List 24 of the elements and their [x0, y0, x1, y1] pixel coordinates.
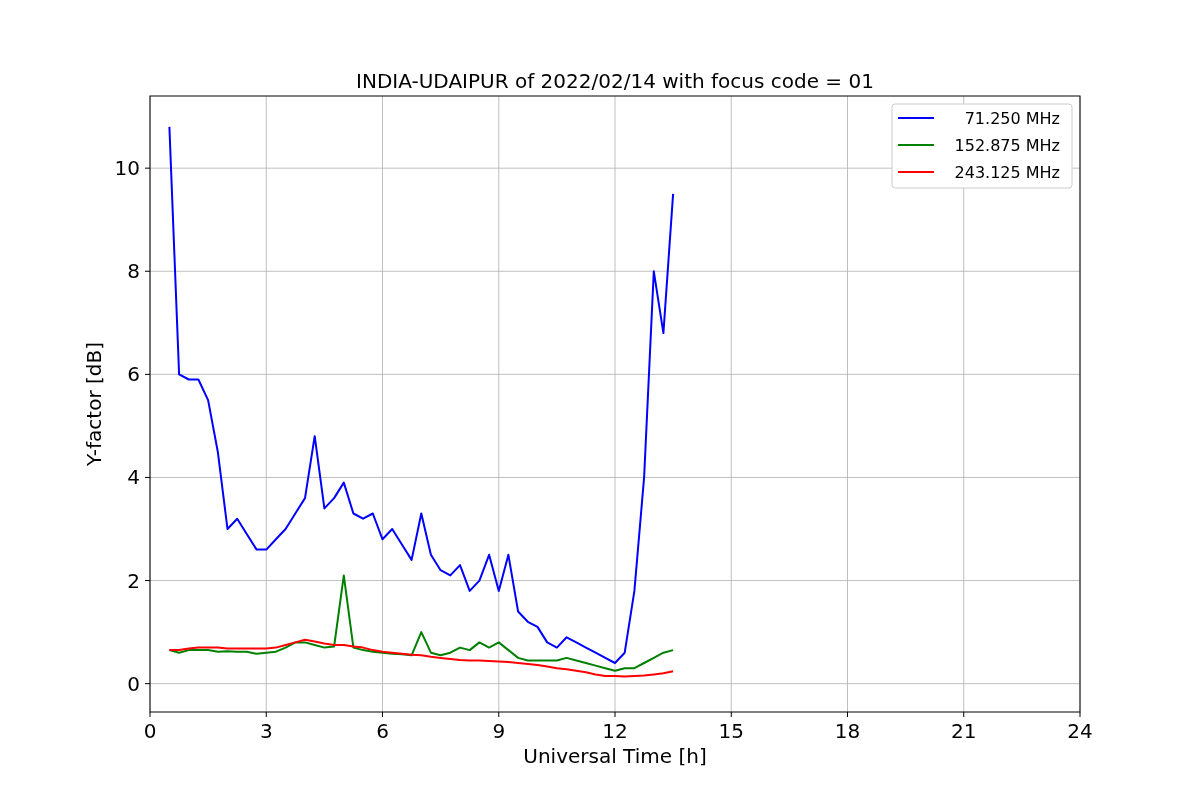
chart-title: INDIA-UDAIPUR of 2022/02/14 with focus code = 01: [356, 69, 874, 93]
y-tick-label: 6: [127, 362, 140, 387]
legend-label: 71.250 MHz: [964, 109, 1060, 128]
x-tick-label: 3: [259, 719, 273, 743]
x-tick-label: 24: [1067, 719, 1093, 743]
x-tick-label: 15: [718, 719, 744, 743]
x-tick-label: 9: [492, 719, 506, 743]
legend-line-sample: [897, 144, 935, 146]
y-tick-label: 0: [127, 671, 140, 696]
y-tick-label: 2: [127, 568, 140, 593]
legend-label: 152.875 MHz: [954, 136, 1060, 155]
x-axis-label: Universal Time [h]: [523, 744, 707, 768]
x-tick-label: 6: [376, 719, 389, 743]
y-tick-label: 10: [114, 156, 140, 181]
y-tick-label: 8: [127, 259, 140, 284]
legend-line-sample: [897, 117, 935, 119]
legend-label: 243.125 MHz: [954, 163, 1060, 182]
x-tick-label: 18: [834, 719, 861, 743]
x-tick-label: 12: [602, 719, 628, 743]
x-tick-label: 0: [143, 719, 157, 743]
legend-line-sample: [897, 171, 935, 173]
x-tick-label: 21: [951, 719, 977, 743]
y-axis-label: Y-factor [dB]: [82, 342, 106, 466]
y-tick-label: 4: [127, 465, 140, 490]
